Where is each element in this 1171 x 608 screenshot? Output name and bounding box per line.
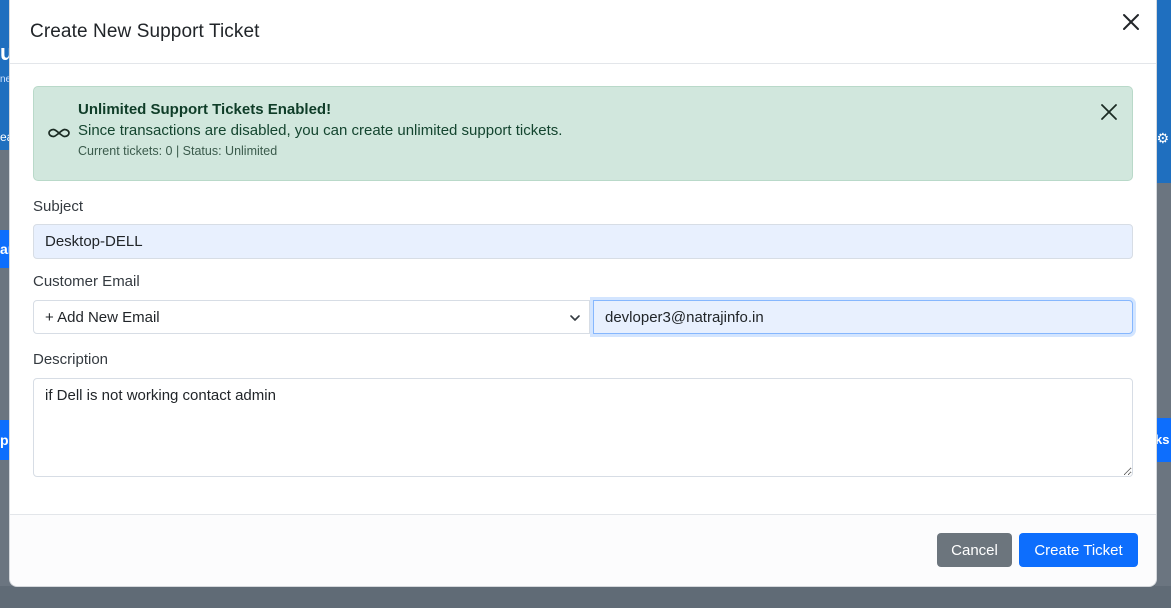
gear-icon: ⚙ — [1156, 130, 1169, 146]
email-input[interactable] — [593, 300, 1133, 334]
alert-message: Since transactions are disabled, you can… — [78, 122, 563, 139]
email-select-value: + Add New Email — [45, 308, 160, 326]
modal-footer: Cancel Create Ticket — [10, 514, 1156, 586]
background-page-right — [1155, 183, 1171, 608]
cancel-button[interactable]: Cancel — [937, 533, 1012, 567]
alert-close-icon[interactable] — [1100, 103, 1118, 121]
infinity-icon — [48, 128, 70, 138]
alert-meta: Current tickets: 0 | Status: Unlimited — [78, 144, 278, 158]
subject-input[interactable] — [33, 224, 1133, 259]
chevron-down-icon — [570, 315, 580, 321]
subject-label: Subject — [33, 198, 84, 215]
description-label: Description — [33, 351, 109, 368]
info-alert: Unlimited Support Tickets Enabled! Since… — [33, 86, 1133, 181]
close-icon[interactable] — [1120, 11, 1142, 33]
modal-body: Unlimited Support Tickets Enabled! Since… — [10, 64, 1156, 482]
create-ticket-modal: Create New Support Ticket Unlimited Supp… — [9, 0, 1157, 587]
description-textarea[interactable]: if Dell is not working contact admin — [33, 378, 1133, 477]
background-page-bottom — [0, 586, 1171, 608]
customer-email-label: Customer Email — [33, 273, 140, 290]
modal-header: Create New Support Ticket — [10, 0, 1156, 64]
background-header-right: ⚙ — [1155, 0, 1171, 183]
email-select[interactable]: + Add New Email — [33, 300, 590, 334]
alert-title: Unlimited Support Tickets Enabled! — [78, 101, 332, 118]
modal-title: Create New Support Ticket — [30, 20, 260, 42]
create-ticket-button[interactable]: Create Ticket — [1019, 533, 1138, 567]
customer-email-row: + Add New Email — [33, 300, 1133, 334]
background-button-right: ks — [1155, 418, 1171, 462]
